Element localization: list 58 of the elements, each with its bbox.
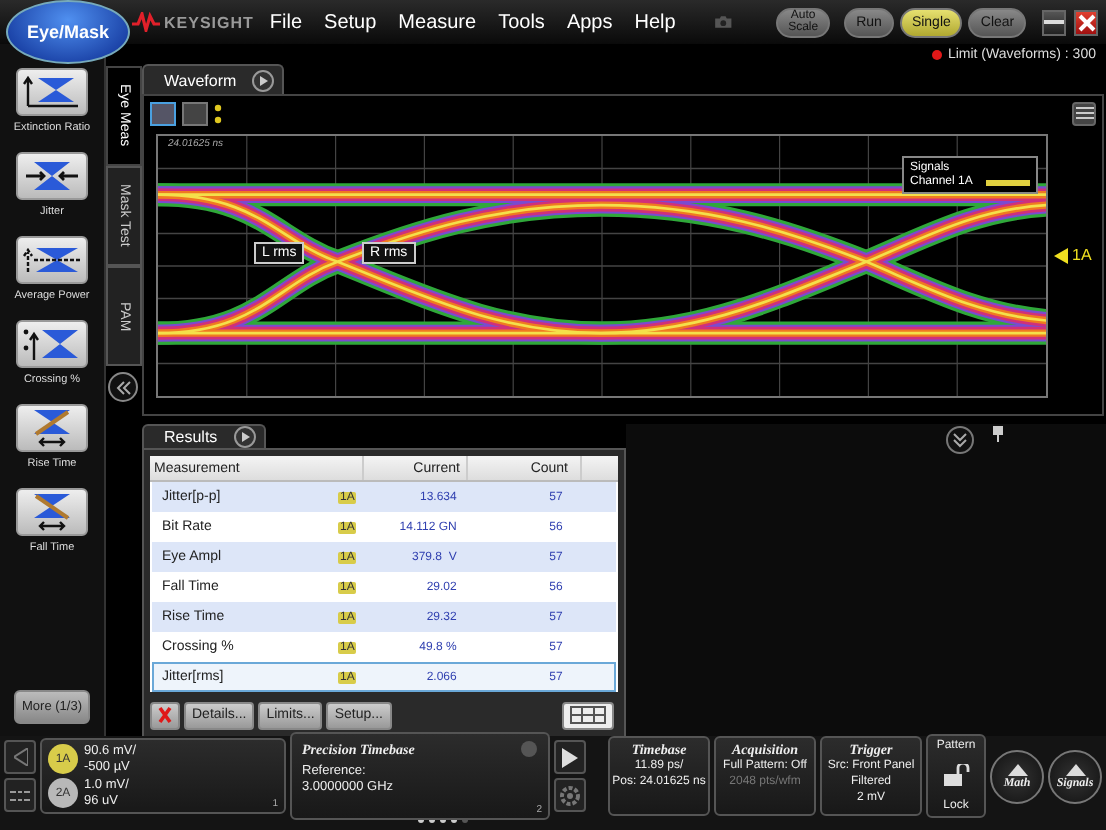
collapse-button[interactable] — [108, 372, 138, 402]
close-button[interactable] — [1074, 9, 1098, 35]
menu-item[interactable]: Apps — [566, 11, 613, 33]
eye-measure-icon — [22, 324, 82, 364]
tab-label: Waveform — [164, 71, 237, 89]
brand-name: KEYSIGHT — [164, 13, 254, 31]
pin-icon[interactable] — [992, 426, 1004, 442]
table-icon — [570, 706, 606, 724]
double-chevron-icon — [952, 432, 968, 448]
waveform-tab[interactable]: Waveform — [142, 64, 285, 94]
split-view-button[interactable] — [182, 101, 208, 125]
lock-icon — [942, 764, 970, 788]
dots-icon — [214, 103, 222, 123]
menu-item[interactable]: Help — [634, 11, 676, 33]
tab-label: Results — [164, 428, 218, 446]
wave-logo-icon — [132, 12, 160, 32]
expand-button[interactable] — [946, 426, 974, 454]
play-icon[interactable] — [252, 69, 275, 91]
measurement-button[interactable] — [16, 404, 88, 452]
triangle-left-icon — [13, 748, 27, 766]
close-icon — [1077, 13, 1096, 31]
eye-measure-icon — [22, 72, 82, 112]
measurement-button[interactable] — [16, 68, 88, 116]
eye-measure-icon — [22, 156, 82, 196]
indicator-icon — [520, 740, 538, 758]
next-button[interactable] — [554, 740, 586, 774]
minimize-icon — [1044, 18, 1065, 26]
measurement-button[interactable] — [15, 236, 88, 284]
settings-icon — [558, 783, 582, 807]
single-view-button[interactable] — [150, 101, 176, 125]
menu-button[interactable] — [1072, 101, 1096, 125]
menu-item[interactable]: Measure — [398, 11, 477, 33]
triangle-up-icon — [1007, 763, 1027, 775]
status-dot-icon — [931, 49, 942, 59]
measurement-button[interactable] — [16, 320, 88, 368]
measurement-button[interactable] — [16, 152, 88, 200]
trace-swatch-icon — [986, 179, 1030, 185]
level-marker-icon — [1054, 247, 1068, 263]
previous-button[interactable] — [4, 740, 36, 774]
menu-item[interactable]: Setup — [324, 11, 377, 33]
play-icon — [562, 747, 578, 767]
menu-icon — [1075, 106, 1093, 120]
table-view-button[interactable] — [562, 701, 614, 729]
settings-button[interactable] — [554, 778, 586, 812]
layout-button[interactable] — [4, 778, 36, 812]
results-tab[interactable]: Results — [142, 424, 266, 448]
play-icon[interactable] — [233, 426, 256, 448]
menu-item[interactable]: File — [269, 11, 303, 33]
dashes-icon — [10, 789, 30, 801]
measurement-button[interactable] — [16, 488, 88, 536]
minimize-button[interactable] — [1042, 9, 1067, 35]
close-icon — [158, 706, 172, 724]
channel-marker: 1A — [1072, 246, 1092, 264]
double-chevron-icon — [115, 379, 131, 395]
triangle-up-icon — [1065, 763, 1085, 775]
camera-icon[interactable] — [713, 10, 733, 34]
menu-item[interactable]: Tools — [498, 11, 545, 33]
delete-button[interactable] — [150, 701, 180, 729]
